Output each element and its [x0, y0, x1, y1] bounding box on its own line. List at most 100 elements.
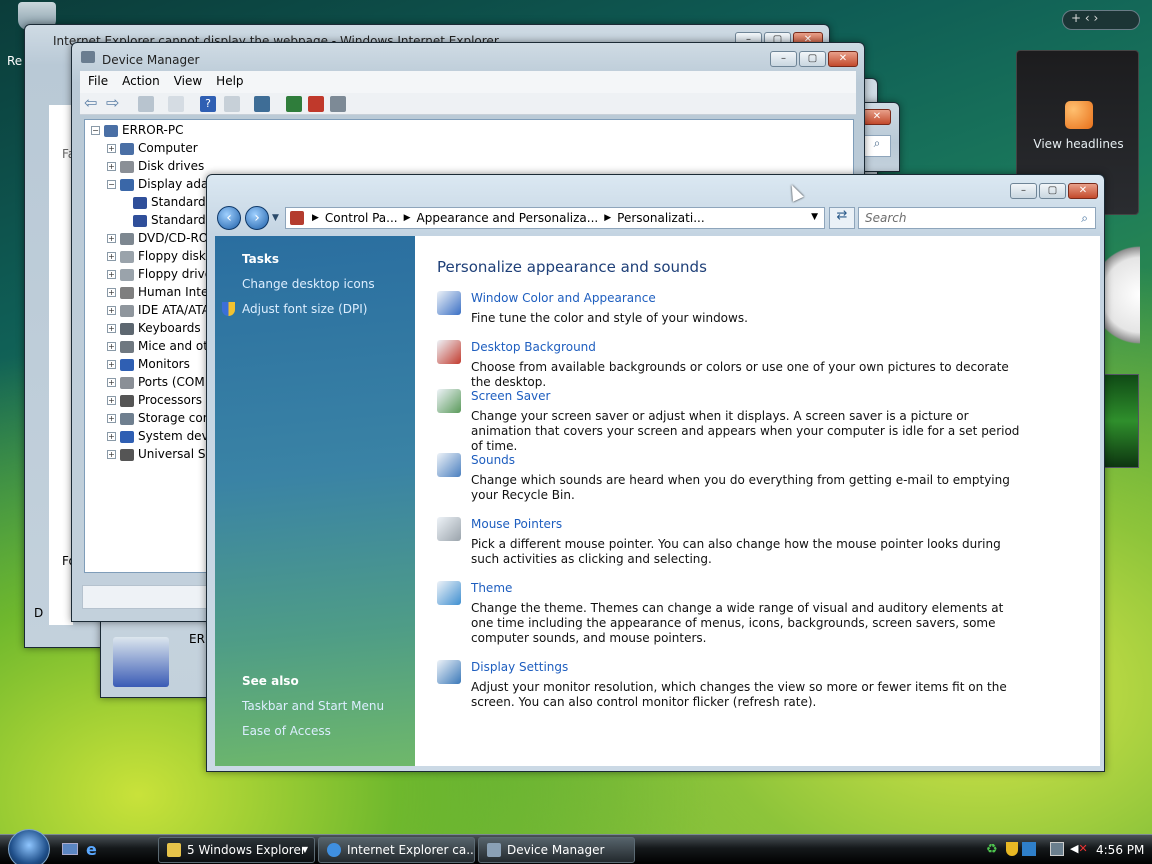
start-button[interactable]: [8, 829, 50, 864]
personalize-item-link[interactable]: Mouse Pointers: [471, 517, 562, 531]
volume-muted-icon[interactable]: ◀✕: [1070, 842, 1088, 856]
back-button[interactable]: ‹: [217, 206, 241, 230]
ie-content: [49, 105, 73, 625]
tray-recycle-icon[interactable]: ♻: [986, 842, 1000, 857]
breadcrumb-personalization[interactable]: Personalizati...: [617, 211, 704, 225]
address-bar[interactable]: ▶ Control Pa... ▶ Appearance and Persona…: [285, 207, 825, 229]
personalize-item-link[interactable]: Sounds: [471, 453, 515, 467]
expand-icon[interactable]: +: [107, 450, 116, 459]
see-also-taskbar[interactable]: Taskbar and Start Menu: [242, 699, 384, 713]
expand-icon[interactable]: +: [107, 378, 116, 387]
personalize-item-icon[interactable]: [437, 660, 461, 684]
explorer-window-back-2[interactable]: ✕ ⌕: [862, 102, 900, 172]
expand-icon[interactable]: +: [107, 396, 116, 405]
forward-button[interactable]: ›: [245, 206, 269, 230]
uninstall-icon[interactable]: [308, 96, 324, 112]
expand-icon[interactable]: +: [107, 360, 116, 369]
expand-icon[interactable]: +: [107, 414, 116, 423]
device-category-icon: [133, 214, 147, 227]
update-driver-icon[interactable]: [286, 96, 302, 112]
personalize-item-link[interactable]: Desktop Background: [471, 340, 596, 354]
expand-icon[interactable]: +: [107, 306, 116, 315]
menu-file[interactable]: File: [88, 74, 108, 90]
maximize-button[interactable]: ▢: [799, 51, 826, 67]
view-headlines-link[interactable]: View headlines: [1017, 137, 1140, 151]
personalization-window[interactable]: – ▢ ✕ ‹ › ▼ ▶ Control Pa... ▶ Appearance a…: [206, 174, 1105, 772]
breadcrumb-control-panel[interactable]: Control Pa...: [325, 211, 398, 225]
sidebar-controls[interactable]: + ‹ ›: [1062, 10, 1140, 30]
personalize-item-icon[interactable]: [437, 340, 461, 364]
personalize-item-icon[interactable]: [437, 453, 461, 477]
slideshow-gadget[interactable]: [1104, 374, 1139, 468]
device-category-icon: [120, 268, 134, 281]
personalize-item-icon[interactable]: [437, 291, 461, 315]
tree-node[interactable]: + Disk drives: [107, 159, 204, 177]
personalize-item-link[interactable]: Theme: [471, 581, 512, 595]
expand-icon[interactable]: +: [107, 432, 116, 441]
scan-hardware-icon[interactable]: [254, 96, 270, 112]
personalize-item-icon[interactable]: [437, 581, 461, 605]
close-button-back[interactable]: ✕: [863, 109, 891, 125]
see-also-heading: See also: [242, 674, 299, 688]
minimize-button[interactable]: –: [770, 51, 797, 67]
disable-icon[interactable]: [330, 96, 346, 112]
clock[interactable]: 4:56 PM: [1096, 843, 1144, 857]
expand-icon[interactable]: +: [107, 162, 116, 171]
maximize-button[interactable]: ▢: [1039, 183, 1066, 199]
personalize-item-link[interactable]: Screen Saver: [471, 389, 550, 403]
tree-node[interactable]: + Monitors: [107, 357, 190, 375]
view-icon[interactable]: [224, 96, 240, 112]
expand-icon[interactable]: +: [107, 144, 116, 153]
personalize-item-link[interactable]: Window Color and Appearance: [471, 291, 656, 305]
breadcrumb-sep-icon: ▶: [403, 213, 411, 223]
task-change-desktop-icons[interactable]: Change desktop icons: [242, 277, 375, 291]
tree-node[interactable]: + Computer: [107, 141, 198, 159]
personalize-item-icon[interactable]: [437, 389, 461, 413]
group-dropdown-icon[interactable]: ▼: [302, 845, 308, 854]
expand-icon[interactable]: +: [107, 324, 116, 333]
expand-icon[interactable]: +: [107, 252, 116, 261]
tray-app-icon[interactable]: [1022, 842, 1036, 856]
close-button[interactable]: ✕: [828, 51, 858, 67]
personalize-item-description: Fine tune the color and style of your wi…: [471, 311, 748, 325]
refresh-icon[interactable]: ⇄: [829, 207, 855, 229]
collapse-icon[interactable]: −: [91, 126, 100, 135]
taskbar-device-manager[interactable]: Device Manager: [478, 837, 635, 863]
menu-action[interactable]: Action: [122, 74, 160, 90]
search-icon-back[interactable]: ⌕: [863, 135, 891, 157]
properties-icon[interactable]: [138, 96, 154, 112]
menu-help[interactable]: Help: [216, 74, 243, 90]
personalize-item-icon[interactable]: [437, 517, 461, 541]
taskbar-internet-explorer[interactable]: Internet Explorer ca...: [318, 837, 475, 863]
ie-quicklaunch-icon[interactable]: e: [86, 840, 102, 859]
tree-node[interactable]: + Keyboards: [107, 321, 201, 339]
close-button[interactable]: ✕: [1068, 183, 1098, 199]
expand-icon[interactable]: +: [107, 342, 116, 351]
tree-root[interactable]: − ERROR-PC: [91, 123, 184, 141]
expand-icon[interactable]: +: [107, 234, 116, 243]
folder-icon: [167, 843, 181, 857]
taskbar-windows-explorer[interactable]: 5 Windows Explorer ▼: [158, 837, 315, 863]
search-icon[interactable]: ⌕: [1081, 211, 1088, 226]
back-icon[interactable]: ⇦: [84, 95, 100, 112]
expand-icon[interactable]: +: [107, 270, 116, 279]
network-disconnected-icon[interactable]: [1050, 842, 1064, 856]
expand-icon[interactable]: +: [107, 288, 116, 297]
help-icon[interactable]: ?: [200, 96, 216, 112]
task-adjust-font-size[interactable]: Adjust font size (DPI): [242, 302, 367, 316]
show-hide-icon[interactable]: [168, 96, 184, 112]
search-input[interactable]: Search: [858, 207, 1096, 229]
breadcrumb-appearance[interactable]: Appearance and Personaliza...: [417, 211, 599, 225]
see-also-ease-of-access[interactable]: Ease of Access: [242, 724, 331, 738]
menu-view[interactable]: View: [174, 74, 202, 90]
device-category-icon: [120, 394, 134, 407]
forward-icon[interactable]: ⇨: [106, 95, 122, 112]
personalize-item-link[interactable]: Display Settings: [471, 660, 568, 674]
minimize-button[interactable]: –: [1010, 183, 1037, 199]
tree-node[interactable]: + Processors: [107, 393, 202, 411]
security-center-icon[interactable]: [1006, 842, 1018, 856]
recent-pages-icon[interactable]: ▼: [272, 213, 279, 223]
address-dropdown-icon[interactable]: ▼: [811, 212, 818, 222]
collapse-icon[interactable]: −: [107, 180, 116, 189]
show-desktop-icon[interactable]: [62, 843, 78, 855]
